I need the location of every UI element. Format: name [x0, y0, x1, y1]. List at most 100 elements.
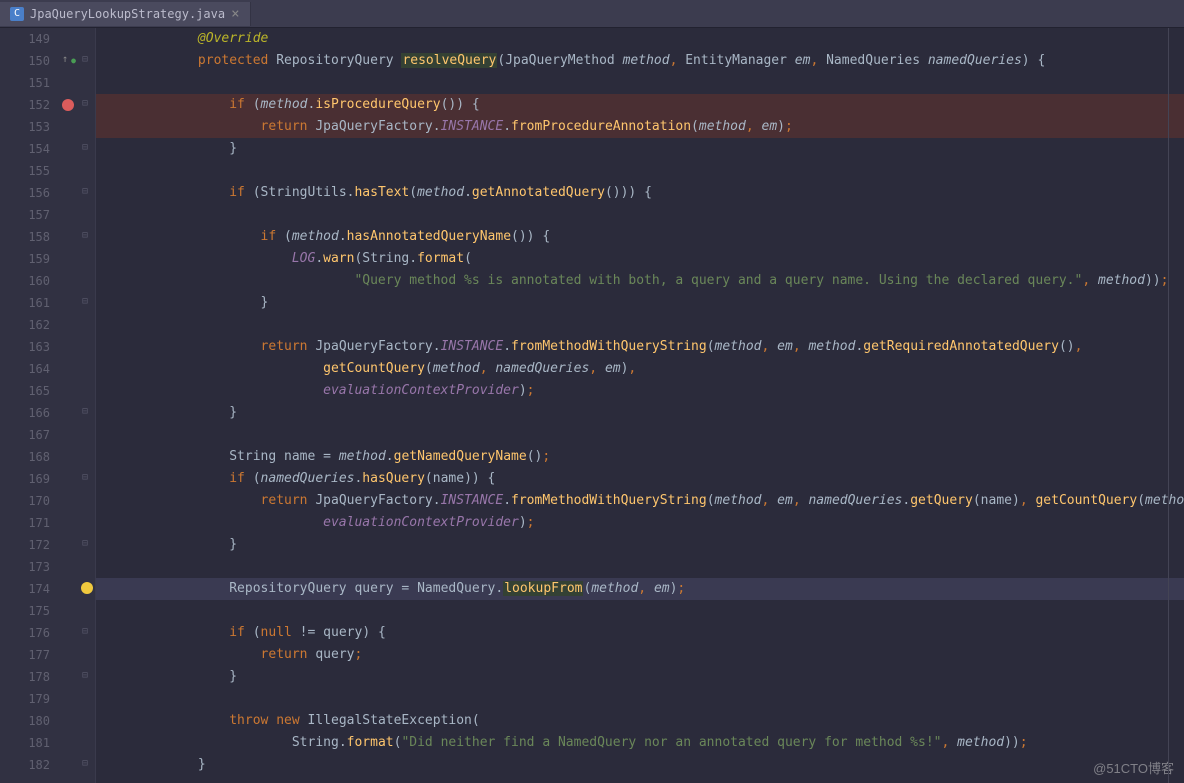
line-number-gutter: 1491501511521531541551561571581591601611…: [0, 28, 58, 783]
fold-cell: [78, 512, 95, 534]
marker-cell: [58, 402, 78, 424]
code-line[interactable]: if (method.isProcedureQuery()) {: [96, 94, 1184, 116]
fold-toggle-icon[interactable]: ⊟: [82, 186, 88, 197]
line-number: 172: [0, 534, 58, 556]
fold-toggle-icon[interactable]: ⊟: [82, 472, 88, 483]
fold-toggle-icon[interactable]: ⊟: [82, 142, 88, 153]
code-line[interactable]: RepositoryQuery query = NamedQuery.looku…: [96, 578, 1184, 600]
override-icon[interactable]: [60, 54, 74, 68]
code-line[interactable]: [96, 72, 1184, 94]
marker-cell: [58, 204, 78, 226]
code-line[interactable]: }: [96, 534, 1184, 556]
fold-cell: [78, 314, 95, 336]
marker-cell: [58, 28, 78, 50]
code-line[interactable]: [96, 160, 1184, 182]
fold-toggle-icon[interactable]: ⊟: [82, 296, 88, 307]
file-tab[interactable]: C JpaQueryLookupStrategy.java ×: [0, 2, 251, 26]
marker-cell: [58, 248, 78, 270]
watermark: @51CTO博客: [1093, 758, 1174, 777]
code-line[interactable]: if (method.hasAnnotatedQueryName()) {: [96, 226, 1184, 248]
fold-cell: [78, 358, 95, 380]
line-number: 167: [0, 424, 58, 446]
tab-filename: JpaQueryLookupStrategy.java: [30, 7, 225, 21]
fold-cell: [78, 336, 95, 358]
code-line[interactable]: }: [96, 138, 1184, 160]
code-line[interactable]: if (namedQueries.hasQuery(name)) {: [96, 468, 1184, 490]
line-number: 160: [0, 270, 58, 292]
code-line[interactable]: protected RepositoryQuery resolveQuery(J…: [96, 50, 1184, 72]
marker-cell: [58, 578, 78, 600]
fold-cell: [78, 578, 95, 600]
line-number: 151: [0, 72, 58, 94]
close-icon[interactable]: ×: [231, 6, 239, 22]
code-line[interactable]: [96, 600, 1184, 622]
line-number: 158: [0, 226, 58, 248]
fold-toggle-icon[interactable]: ⊟: [82, 406, 88, 417]
fold-cell: [78, 116, 95, 138]
code-line[interactable]: }: [96, 292, 1184, 314]
marker-cell: [58, 710, 78, 732]
code-line[interactable]: [96, 556, 1184, 578]
line-number: 179: [0, 688, 58, 710]
line-number: 168: [0, 446, 58, 468]
fold-toggle-icon[interactable]: ⊟: [82, 98, 88, 109]
line-number: 159: [0, 248, 58, 270]
code-line[interactable]: evaluationContextProvider);: [96, 512, 1184, 534]
marker-cell: [58, 446, 78, 468]
line-number: 176: [0, 622, 58, 644]
fold-cell: [78, 270, 95, 292]
line-number: 180: [0, 710, 58, 732]
line-number: 170: [0, 490, 58, 512]
line-number: 155: [0, 160, 58, 182]
code-area[interactable]: @Override protected RepositoryQuery reso…: [96, 28, 1184, 783]
code-line[interactable]: [96, 314, 1184, 336]
line-number: 163: [0, 336, 58, 358]
fold-cell: [78, 600, 95, 622]
fold-toggle-icon[interactable]: ⊟: [82, 758, 88, 769]
code-line[interactable]: [96, 688, 1184, 710]
fold-cell: ⊟: [78, 534, 95, 556]
code-line[interactable]: if (null != query) {: [96, 622, 1184, 644]
marker-cell: [58, 270, 78, 292]
fold-cell: [78, 490, 95, 512]
marker-cell: [58, 380, 78, 402]
fold-toggle-icon[interactable]: ⊟: [82, 230, 88, 241]
code-line[interactable]: return JpaQueryFactory.INSTANCE.fromMeth…: [96, 490, 1184, 512]
line-number: 173: [0, 556, 58, 578]
line-number: 164: [0, 358, 58, 380]
code-line[interactable]: "Query method %s is annotated with both,…: [96, 270, 1184, 292]
marker-cell: [58, 644, 78, 666]
code-line[interactable]: return query;: [96, 644, 1184, 666]
code-line[interactable]: LOG.warn(String.format(: [96, 248, 1184, 270]
intention-bulb-icon[interactable]: [81, 582, 93, 594]
fold-cell: [78, 644, 95, 666]
code-line[interactable]: @Override: [96, 28, 1184, 50]
code-line[interactable]: String.format("Did neither find a NamedQ…: [96, 732, 1184, 754]
fold-toggle-icon[interactable]: ⊟: [82, 626, 88, 637]
marker-cell: [58, 732, 78, 754]
code-line[interactable]: if (StringUtils.hasText(method.getAnnota…: [96, 182, 1184, 204]
code-line[interactable]: }: [96, 402, 1184, 424]
fold-cell: ⊟: [78, 138, 95, 160]
code-line[interactable]: return JpaQueryFactory.INSTANCE.fromProc…: [96, 116, 1184, 138]
fold-toggle-icon[interactable]: ⊟: [82, 54, 88, 65]
code-line[interactable]: return JpaQueryFactory.INSTANCE.fromMeth…: [96, 336, 1184, 358]
code-line[interactable]: [96, 204, 1184, 226]
code-line[interactable]: getCountQuery(method, namedQueries, em),: [96, 358, 1184, 380]
fold-toggle-icon[interactable]: ⊟: [82, 670, 88, 681]
code-line[interactable]: [96, 424, 1184, 446]
code-line[interactable]: }: [96, 666, 1184, 688]
code-line[interactable]: evaluationContextProvider);: [96, 380, 1184, 402]
fold-cell: [78, 248, 95, 270]
marker-cell: [58, 688, 78, 710]
marker-cell: [58, 754, 78, 776]
fold-toggle-icon[interactable]: ⊟: [82, 538, 88, 549]
breakpoint-icon[interactable]: [62, 99, 74, 111]
code-line[interactable]: String name = method.getNamedQueryName()…: [96, 446, 1184, 468]
fold-cell: [78, 688, 95, 710]
marker-cell: [58, 94, 78, 116]
code-line[interactable]: throw new IllegalStateException(: [96, 710, 1184, 732]
code-line[interactable]: }: [96, 754, 1184, 776]
line-number: 166: [0, 402, 58, 424]
fold-cell: ⊟: [78, 182, 95, 204]
